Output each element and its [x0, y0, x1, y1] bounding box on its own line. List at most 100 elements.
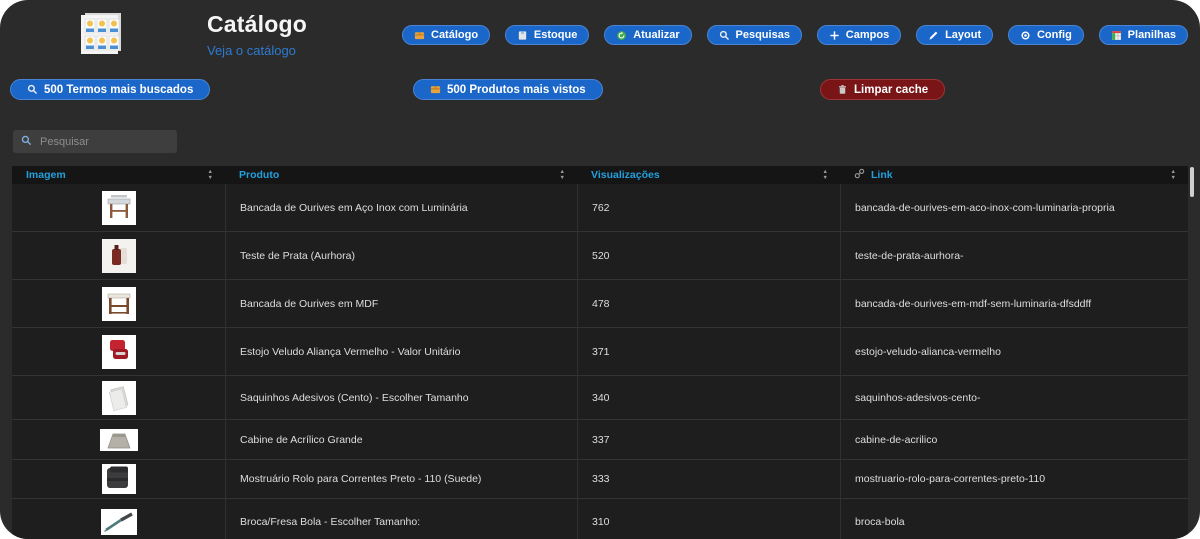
app-panel: Catálogo Veja o catálogo Catálogo Estoque…: [0, 0, 1200, 539]
product-cell: Saquinhos Adesivos (Cento) - Escolher Ta…: [225, 376, 577, 419]
nav-button-label: Pesquisas: [736, 29, 790, 41]
cabine-thumb[interactable]: [100, 429, 138, 451]
image-cell: [12, 420, 225, 459]
link-cell: cabine-de-acrilico: [840, 420, 1188, 459]
image-cell: [12, 328, 225, 375]
bancada-mdf-thumb[interactable]: [102, 287, 136, 321]
package-icon: [430, 84, 441, 95]
subtitle-link[interactable]: Veja o catálogo: [207, 43, 307, 58]
product-cell: Bancada de Ourives em MDF: [225, 280, 577, 327]
column-header-produto[interactable]: Produto: [225, 166, 577, 184]
column-label: Imagem: [26, 169, 66, 181]
catalog-grid-icon: [76, 12, 124, 61]
vertical-scrollbar[interactable]: [1190, 167, 1194, 197]
column-header-visualizacoes[interactable]: Visualizações: [577, 166, 840, 184]
column-label: Link: [871, 169, 893, 181]
nav-button-config[interactable]: Config: [1008, 25, 1084, 45]
spreadsheet-icon: [1111, 30, 1122, 41]
table-row[interactable]: Teste de Prata (Aurhora)520teste-de-prat…: [12, 232, 1188, 280]
product-cell: Mostruário Rolo para Correntes Preto - 1…: [225, 460, 577, 498]
table-row[interactable]: Saquinhos Adesivos (Cento) - Escolher Ta…: [12, 376, 1188, 420]
saquinhos-thumb[interactable]: [102, 381, 136, 415]
box-icon: [517, 30, 528, 41]
nav-button-label: Catálogo: [431, 29, 478, 41]
broca-thumb[interactable]: [101, 509, 137, 535]
bancada-inox-thumb[interactable]: [102, 191, 136, 225]
column-header-imagem[interactable]: Imagem: [12, 166, 225, 184]
product-cell: Broca/Fresa Bola - Escolher Tamanho:: [225, 499, 577, 539]
link-cell: estojo-veludo-alianca-vermelho: [840, 328, 1188, 375]
products-table: Imagem Produto Visualizações Link Bancada d…: [12, 166, 1188, 539]
nav-button-catalogo[interactable]: Catálogo: [402, 25, 490, 45]
search-input[interactable]: [38, 135, 169, 149]
product-cell: Estojo Veludo Aliança Vermelho - Valor U…: [225, 328, 577, 375]
page-title: Catálogo: [207, 11, 307, 38]
nav-button-planilhas[interactable]: Planilhas: [1099, 25, 1188, 45]
image-cell: [12, 280, 225, 327]
pencil-icon: [928, 30, 939, 41]
frasco-prata-thumb[interactable]: [102, 239, 136, 273]
nav-button-label: Config: [1037, 29, 1072, 41]
views-cell: 310: [577, 499, 840, 539]
column-label: Visualizações: [591, 169, 660, 181]
sort-icon[interactable]: [208, 170, 213, 180]
nav-button-campos[interactable]: Campos: [817, 25, 901, 45]
views-cell: 371: [577, 328, 840, 375]
nav-button-atualizar[interactable]: Atualizar: [604, 25, 691, 45]
magnifier-icon: [719, 30, 730, 41]
toolbar-button-label: Limpar cache: [854, 84, 928, 96]
link-cell: broca-bola: [840, 499, 1188, 539]
table-row[interactable]: Mostruário Rolo para Correntes Preto - 1…: [12, 460, 1188, 499]
views-cell: 333: [577, 460, 840, 498]
table-row[interactable]: Broca/Fresa Bola - Escolher Tamanho:310b…: [12, 499, 1188, 539]
link-cell: saquinhos-adesivos-cento-: [840, 376, 1188, 419]
table-row[interactable]: Bancada de Ourives em MDF478bancada-de-o…: [12, 280, 1188, 328]
nav-button-label: Atualizar: [633, 29, 679, 41]
table-body: Bancada de Ourives em Aço Inox com Lumin…: [12, 184, 1188, 539]
link-cell: teste-de-prata-aurhora-: [840, 232, 1188, 279]
views-cell: 337: [577, 420, 840, 459]
image-cell: [12, 499, 225, 539]
nav-button-estoque[interactable]: Estoque: [505, 25, 589, 45]
magnifier-icon: [27, 84, 38, 95]
sort-icon[interactable]: [823, 170, 828, 180]
toolbar: 500 Termos mais buscados 500 Produtos mai…: [0, 79, 1200, 101]
table-row[interactable]: Estojo Veludo Aliança Vermelho - Valor U…: [12, 328, 1188, 376]
search-icon: [21, 133, 32, 151]
toolbar-button-label: 500 Termos mais buscados: [44, 84, 193, 96]
nav-button-pesquisas[interactable]: Pesquisas: [707, 25, 802, 45]
sort-icon[interactable]: [1171, 170, 1176, 180]
nav-button-label: Layout: [945, 29, 981, 41]
title-block: Catálogo Veja o catálogo: [207, 11, 307, 58]
column-header-link[interactable]: Link: [840, 166, 1188, 184]
views-cell: 762: [577, 184, 840, 231]
views-cell: 520: [577, 232, 840, 279]
trash-icon: [837, 84, 848, 95]
toolbar-button-label: 500 Produtos mais vistos: [447, 84, 586, 96]
mostruario-thumb[interactable]: [102, 464, 136, 494]
refresh-icon: [616, 30, 627, 41]
link-cell: bancada-de-ourives-em-aco-inox-com-lumin…: [840, 184, 1188, 231]
table-row[interactable]: Bancada de Ourives em Aço Inox com Lumin…: [12, 184, 1188, 232]
image-cell: [12, 232, 225, 279]
nav-button-label: Estoque: [534, 29, 577, 41]
link-cell: mostruario-rolo-para-correntes-preto-110: [840, 460, 1188, 498]
plus-icon: [829, 30, 840, 41]
nav-button-layout[interactable]: Layout: [916, 25, 993, 45]
image-cell: [12, 184, 225, 231]
table-row[interactable]: Cabine de Acrílico Grande337cabine-de-ac…: [12, 420, 1188, 460]
toolbar-button-500-produtos-mais-vistos[interactable]: 500 Produtos mais vistos: [413, 79, 603, 100]
estojo-vermelho-thumb[interactable]: [102, 335, 136, 369]
product-cell: Bancada de Ourives em Aço Inox com Lumin…: [225, 184, 577, 231]
link-cell: bancada-de-ourives-em-mdf-sem-luminaria-…: [840, 280, 1188, 327]
toolbar-button-limpar-cache[interactable]: Limpar cache: [820, 79, 945, 100]
product-cell: Cabine de Acrílico Grande: [225, 420, 577, 459]
column-label: Produto: [239, 169, 279, 181]
toolbar-button-500-termos-mais-buscados[interactable]: 500 Termos mais buscados: [10, 79, 210, 100]
table-header: Imagem Produto Visualizações Link: [12, 166, 1188, 184]
nav-button-label: Planilhas: [1128, 29, 1176, 41]
nav-buttons: Catálogo Estoque Atualizar Pesquisas Campos L…: [402, 25, 1188, 45]
search-box[interactable]: [13, 130, 177, 153]
sort-icon[interactable]: [560, 170, 565, 180]
gear-icon: [1020, 30, 1031, 41]
